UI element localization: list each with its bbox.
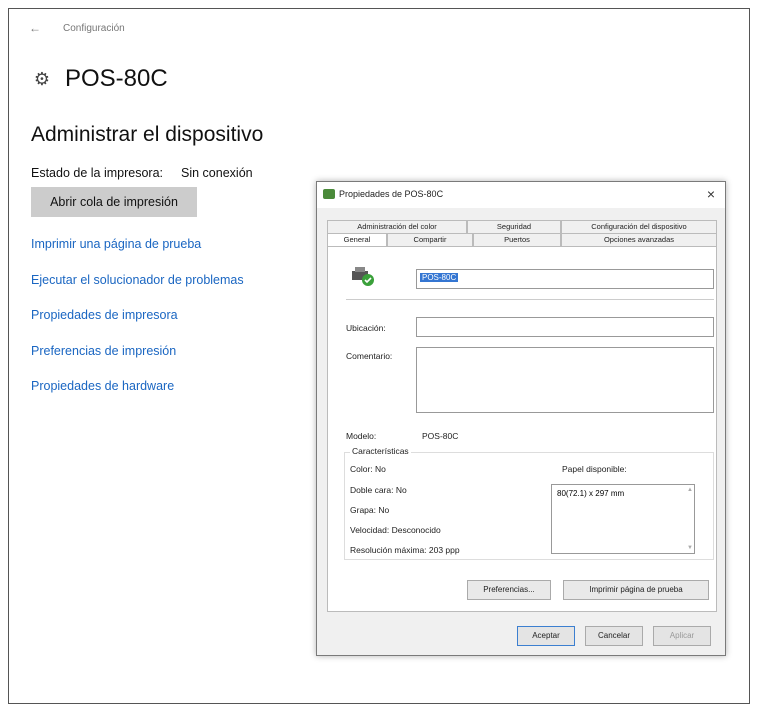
- feature-color: Color: No: [350, 464, 386, 474]
- paper-label: Papel disponible:: [562, 464, 627, 474]
- feature-staple: Grapa: No: [350, 505, 390, 515]
- printer-name-input[interactable]: POS-80C: [416, 269, 714, 289]
- tab-device-settings[interactable]: Configuración del dispositivo: [561, 220, 717, 234]
- printer-icon: [352, 267, 374, 286]
- print-test-page-button[interactable]: Imprimir página de prueba: [563, 580, 709, 600]
- printer-properties-link[interactable]: Propiedades de impresora: [31, 308, 244, 344]
- comment-input[interactable]: [416, 347, 714, 413]
- paper-item[interactable]: 80(72.1) x 297 mm: [557, 489, 689, 498]
- apply-button: Aplicar: [653, 626, 711, 646]
- print-test-page-link[interactable]: Imprimir una página de prueba: [31, 237, 244, 273]
- properties-dialog: Propiedades de POS-80C × Administración …: [316, 181, 726, 656]
- feature-resolution: Resolución máxima: 203 ppp: [350, 545, 460, 555]
- divider: [346, 299, 714, 300]
- scroll-down-icon[interactable]: ▼: [687, 545, 693, 551]
- page-header: ⚙ POS-80C: [31, 65, 168, 93]
- tab-general[interactable]: General: [327, 233, 387, 247]
- tab-security[interactable]: Seguridad: [467, 220, 561, 234]
- back-arrow-icon[interactable]: ←: [29, 21, 41, 35]
- paper-listbox[interactable]: 80(72.1) x 297 mm ▲ ▼: [551, 484, 695, 554]
- close-icon[interactable]: ×: [707, 186, 715, 202]
- top-bar: ← Configuración: [29, 21, 125, 35]
- printer-name-value: POS-80C: [420, 273, 459, 282]
- dialog-titlebar: Propiedades de POS-80C ×: [317, 182, 725, 208]
- feature-duplex: Doble cara: No: [350, 485, 407, 495]
- tab-advanced[interactable]: Opciones avanzadas: [561, 233, 717, 247]
- print-preferences-link[interactable]: Preferencias de impresión: [31, 344, 244, 380]
- location-input[interactable]: [416, 317, 714, 337]
- printer-small-icon: [323, 189, 335, 199]
- actions-list: Imprimir una página de prueba Ejecutar e…: [31, 237, 244, 415]
- ok-button[interactable]: Aceptar: [517, 626, 575, 646]
- tab-ports[interactable]: Puertos: [473, 233, 561, 247]
- tab-sharing[interactable]: Compartir: [387, 233, 473, 247]
- location-label: Ubicación:: [346, 323, 386, 333]
- model-value: POS-80C: [422, 431, 459, 441]
- status-value: Sin conexión: [181, 166, 253, 180]
- preferences-button[interactable]: Preferencias...: [467, 580, 551, 600]
- settings-title: Configuración: [63, 22, 125, 34]
- tab-color-management[interactable]: Administración del color: [327, 220, 467, 234]
- general-tab-panel: POS-80C Ubicación: Comentario: Modelo: P…: [327, 246, 717, 612]
- model-label: Modelo:: [346, 431, 377, 441]
- section-title: Administrar el dispositivo: [31, 123, 264, 146]
- open-queue-button[interactable]: Abrir cola de impresión: [31, 187, 197, 217]
- feature-speed: Velocidad: Desconocido: [350, 525, 441, 535]
- gear-icon: ⚙: [33, 69, 51, 89]
- printer-status: Estado de la impresora: Sin conexión: [31, 166, 253, 180]
- dialog-title: Propiedades de POS-80C: [339, 189, 444, 199]
- hardware-properties-link[interactable]: Propiedades de hardware: [31, 379, 244, 415]
- troubleshooter-link[interactable]: Ejecutar el solucionador de problemas: [31, 273, 244, 309]
- cancel-button[interactable]: Cancelar: [585, 626, 643, 646]
- features-title: Características: [350, 446, 411, 456]
- scroll-up-icon[interactable]: ▲: [687, 487, 693, 493]
- comment-label: Comentario:: [346, 351, 393, 361]
- page-title: POS-80C: [65, 65, 168, 92]
- tabs-row-2: General Compartir Puertos Opciones avanz…: [327, 233, 717, 247]
- status-label: Estado de la impresora:: [31, 166, 164, 180]
- tabs-row-1: Administración del color Seguridad Confi…: [327, 220, 717, 234]
